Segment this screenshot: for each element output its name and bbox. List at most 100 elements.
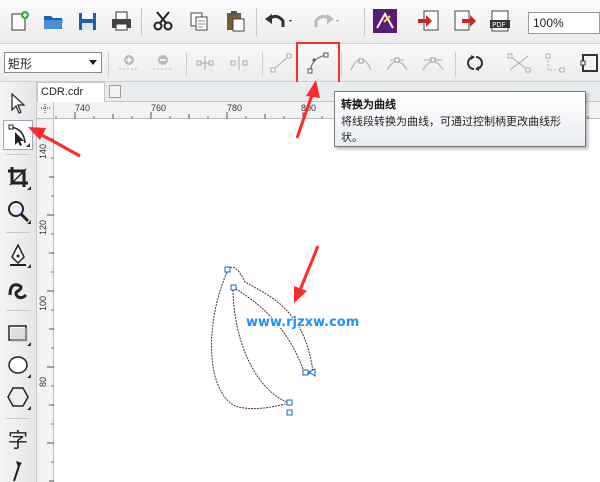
join-nodes-button[interactable] <box>192 52 218 74</box>
shape-tool[interactable] <box>3 120 33 150</box>
publish-pdf-button[interactable]: PDF <box>486 6 516 36</box>
tab-close-button[interactable] <box>109 85 121 98</box>
parallel-dimension-tool[interactable] <box>3 456 33 482</box>
toolbox-separator <box>6 154 30 155</box>
pick-tool[interactable] <box>3 88 33 118</box>
save-button[interactable] <box>72 6 102 36</box>
ellipse-tool[interactable] <box>3 350 33 380</box>
toolbox-separator <box>6 232 30 233</box>
corel-connect-button[interactable] <box>370 6 400 36</box>
curve-path[interactable] <box>232 286 314 376</box>
paste-button[interactable] <box>220 6 250 36</box>
save-icon <box>79 13 96 30</box>
leaf-curve-drawing[interactable] <box>55 120 600 482</box>
toolbox: 字 <box>0 82 37 482</box>
selection-mode-value: 矩形 <box>8 57 33 71</box>
extract-subpath-button[interactable] <box>544 52 570 74</box>
artistic-media-tool[interactable] <box>3 274 33 304</box>
cusp-node-icon <box>350 58 372 71</box>
arrow-pointer-icon <box>11 92 26 114</box>
standard-toolbar: PDF 100% <box>0 0 600 44</box>
toolbar-separator <box>186 52 187 76</box>
drawing-canvas[interactable] <box>55 120 600 482</box>
zoom-level-combobox[interactable]: 100% <box>528 12 600 34</box>
toolbar-separator <box>256 8 257 36</box>
toolbar-separator <box>364 8 365 36</box>
new-document-button[interactable] <box>4 6 34 36</box>
document-tab-label: CDR.cdr <box>41 86 84 98</box>
reverse-direction-icon <box>467 55 483 71</box>
curve-node[interactable] <box>286 399 293 406</box>
folder-open-icon <box>44 16 63 29</box>
polygon-tool[interactable] <box>3 382 33 412</box>
print-button[interactable] <box>106 6 136 36</box>
extend-curve-button[interactable] <box>506 52 532 74</box>
extract-subpath-icon <box>545 53 565 73</box>
dimension-icon <box>13 461 22 482</box>
open-button[interactable] <box>38 6 68 36</box>
corel-connect-icon <box>373 9 397 33</box>
pen-tool[interactable] <box>3 240 33 270</box>
smooth-node-icon <box>386 57 408 71</box>
delete-node-button[interactable] <box>150 52 176 74</box>
ruler-label: 80 <box>38 376 48 387</box>
curve-path[interactable] <box>211 269 290 409</box>
import-icon <box>418 10 439 31</box>
document-tab[interactable]: CDR.cdr <box>37 82 105 102</box>
symmetrical-node-button[interactable] <box>420 52 446 74</box>
ruler-label: 740 <box>75 103 91 113</box>
break-curve-button[interactable] <box>226 52 252 74</box>
selection-mode-dropdown[interactable]: 矩形 <box>4 52 102 73</box>
copy-icon <box>190 12 208 31</box>
svg-text:PDF: PDF <box>492 21 506 29</box>
toolbar-separator <box>262 52 263 76</box>
cut-button[interactable] <box>148 6 178 36</box>
curve-node[interactable] <box>230 284 237 291</box>
copy-button[interactable] <box>184 6 214 36</box>
tooltip: 转换为曲线 将线段转换为曲线，可通过控制柄更改曲线形状。 <box>334 91 586 147</box>
text-character-icon: 字 <box>8 428 28 451</box>
rectangle-tool[interactable] <box>3 318 33 348</box>
convert-to-line-icon <box>270 53 292 73</box>
export-button[interactable] <box>450 6 480 36</box>
curve-node[interactable] <box>308 368 316 377</box>
smooth-node-button[interactable] <box>384 52 410 74</box>
close-curve-button[interactable] <box>578 52 600 74</box>
flyout-indicator <box>27 220 31 224</box>
redo-icon <box>314 14 339 27</box>
svg-text:字: 字 <box>8 428 28 451</box>
extend-curve-icon <box>507 53 531 73</box>
printer-icon <box>112 11 131 31</box>
ruler-label: 800 <box>301 103 317 113</box>
scissors-icon <box>153 11 173 31</box>
curve-node[interactable] <box>302 369 309 376</box>
toolbox-separator <box>6 418 30 419</box>
watermark-text: www.rjzxw.com <box>246 315 360 330</box>
undo-button[interactable] <box>263 6 293 36</box>
import-button[interactable] <box>414 6 444 36</box>
export-icon <box>454 10 476 31</box>
clipboard-paste-icon <box>227 11 245 32</box>
curve-node[interactable] <box>286 409 293 416</box>
flyout-indicator <box>26 143 30 147</box>
cusp-node-button[interactable] <box>348 52 374 74</box>
toolbox-separator <box>6 310 30 311</box>
convert-to-line-button[interactable] <box>268 52 294 74</box>
crop-tool[interactable] <box>3 162 33 192</box>
flyout-indicator <box>27 186 31 190</box>
zoom-tool[interactable] <box>3 196 33 226</box>
break-curve-icon <box>230 56 248 70</box>
add-node-button[interactable] <box>116 52 142 74</box>
join-nodes-icon <box>196 56 214 70</box>
ruler-origin[interactable] <box>37 102 54 119</box>
close-curve-icon <box>580 54 598 72</box>
new-document-icon <box>11 11 29 31</box>
curve-node[interactable] <box>224 266 231 273</box>
vertical-ruler[interactable]: 140 120 100 80 <box>37 119 54 482</box>
symmetrical-node-icon <box>422 57 444 71</box>
tooltip-title: 转换为曲线 <box>341 98 396 111</box>
text-tool[interactable]: 字 <box>3 424 33 454</box>
ruler-label: 780 <box>227 103 243 113</box>
reverse-direction-button[interactable] <box>462 52 488 74</box>
redo-button[interactable] <box>310 6 340 36</box>
